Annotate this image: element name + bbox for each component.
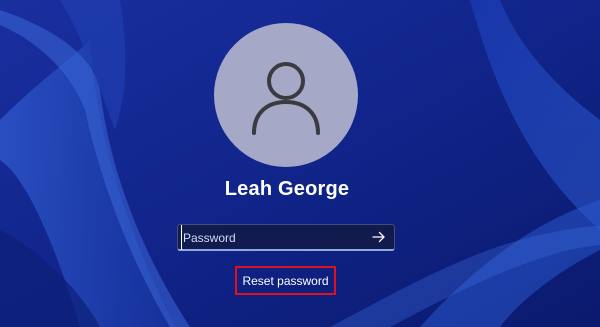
reset-password-link[interactable]: Reset password [235,266,336,295]
user-avatar [214,23,358,167]
user-display-name: Leah George [224,178,350,200]
person-icon [252,62,320,135]
reset-password-label: Reset password [242,273,329,288]
password-input[interactable] [181,225,366,250]
password-box [177,224,395,251]
submit-password-button[interactable] [370,229,388,245]
arrow-right-icon [372,231,385,243]
